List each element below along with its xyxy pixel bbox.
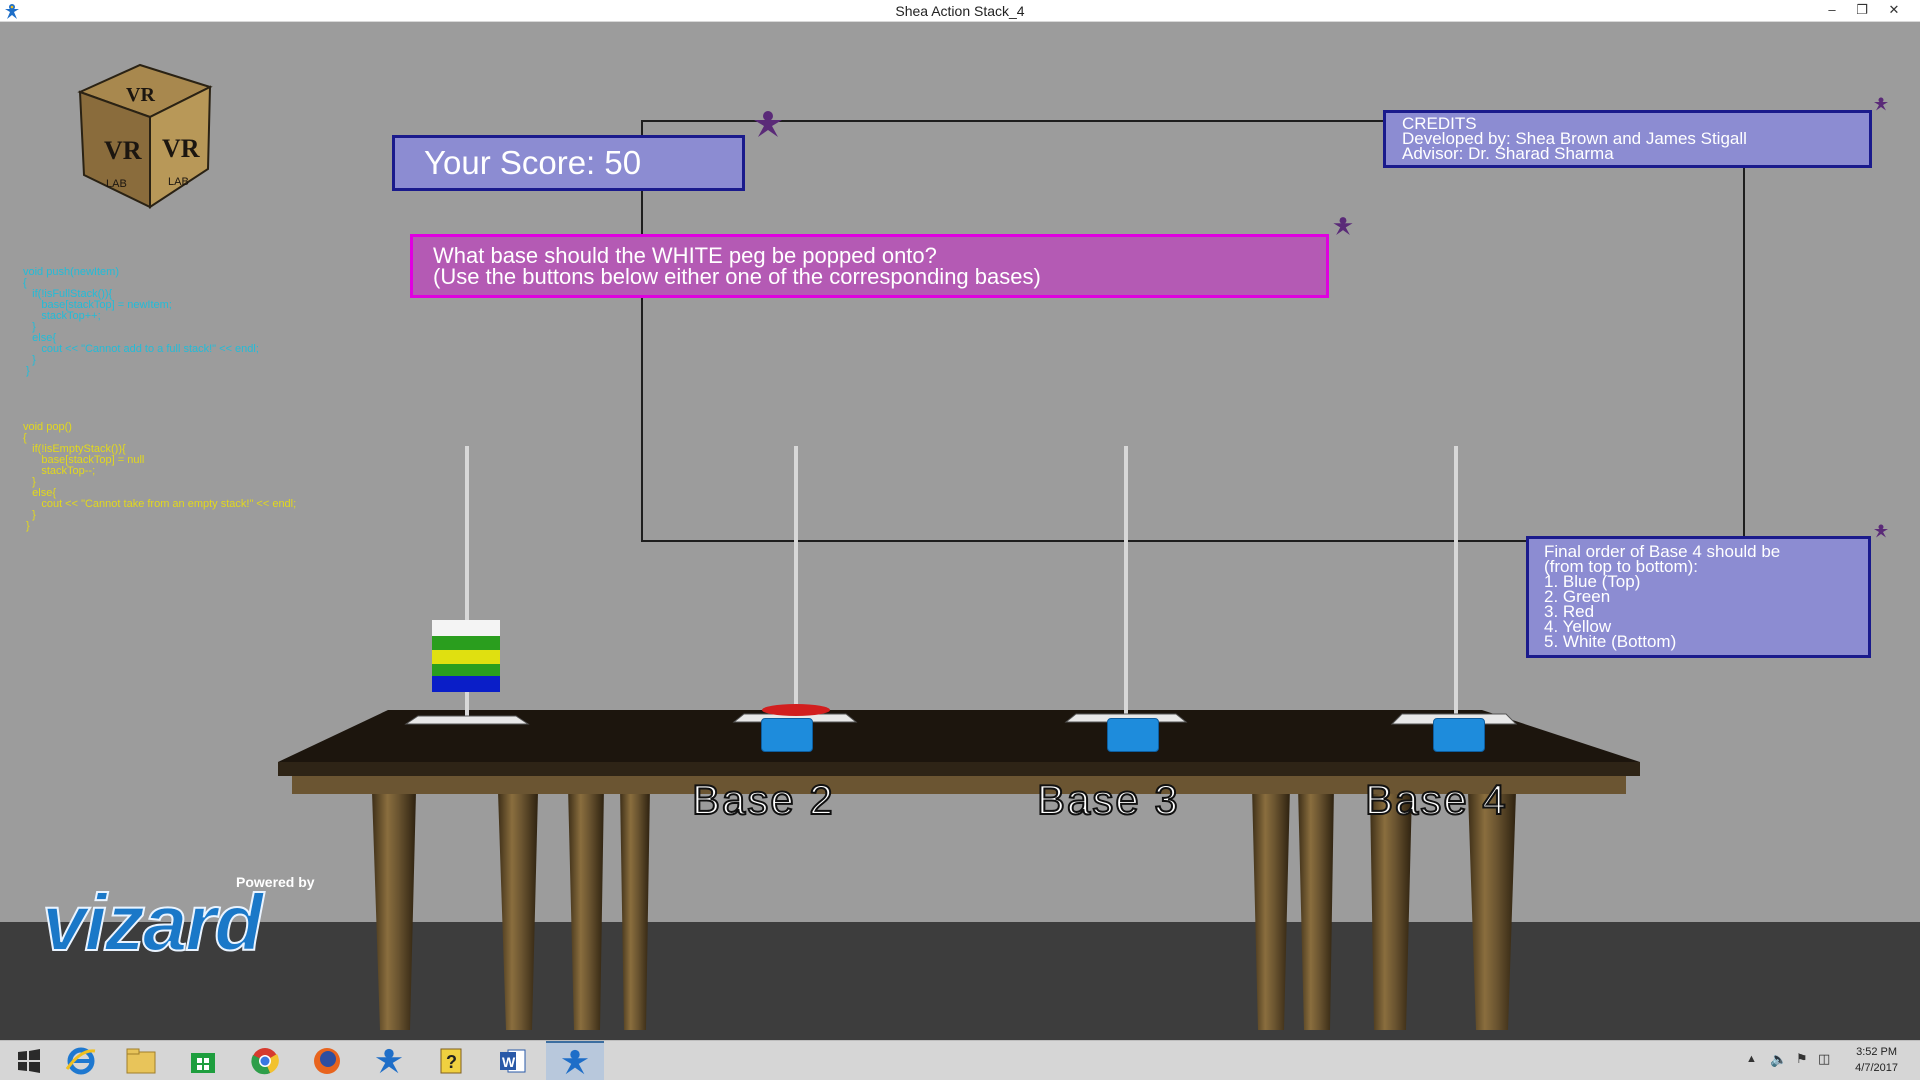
volume-icon[interactable]: 🔈 bbox=[1770, 1051, 1787, 1068]
window-title: Shea Action Stack_4 bbox=[895, 3, 1025, 19]
question-line-1: What base should the WHITE peg be popped… bbox=[433, 243, 937, 268]
file-explorer-button[interactable] bbox=[112, 1041, 170, 1080]
tray-chevron-icon[interactable]: ▲ bbox=[1746, 1053, 1757, 1065]
internet-explorer-button[interactable] bbox=[52, 1041, 110, 1080]
restore-button[interactable]: ❐ bbox=[1848, 0, 1876, 22]
base-4-label: Base 4 bbox=[1364, 775, 1508, 824]
svg-text:VR: VR bbox=[162, 134, 200, 163]
taskbar: ? W ▲ 🔈 ⚑ ◫ 3:52 PM 4/7/2017 bbox=[0, 1040, 1920, 1080]
vizard-wordmark: vizard bbox=[41, 878, 264, 967]
help-button[interactable]: ? bbox=[422, 1041, 480, 1080]
app-window: Shea Action Stack_4 – ❐ ✕ VR VR VR LAB L… bbox=[0, 0, 1920, 1080]
pop-code-listing: void pop() { if(!isEmptyStack()){ base[s… bbox=[23, 421, 297, 532]
network-icon[interactable]: ◫ bbox=[1818, 1051, 1830, 1067]
vizard-active-icon bbox=[561, 1049, 589, 1075]
folder-icon bbox=[126, 1048, 156, 1074]
peg-base-4 bbox=[1390, 446, 1518, 725]
clock-date: 4/7/2017 bbox=[1855, 1062, 1898, 1074]
base-4-button[interactable] bbox=[1433, 718, 1485, 752]
credits-advisor: Advisor: Dr. Sharad Sharma bbox=[1402, 144, 1614, 163]
word-button[interactable]: W bbox=[484, 1041, 542, 1080]
base-2-button[interactable] bbox=[761, 718, 813, 752]
score-text: Your Score: 50 bbox=[424, 144, 642, 181]
vizard-taskbar-button[interactable] bbox=[360, 1041, 418, 1080]
store-icon bbox=[191, 1053, 215, 1073]
push-code-listing: void push(newItem) { if(!isFullStack()){… bbox=[23, 266, 259, 377]
peg-base-3 bbox=[1064, 446, 1188, 723]
svg-text:W: W bbox=[502, 1054, 516, 1070]
avatar-marker-icon bbox=[754, 111, 782, 137]
internet-explorer-icon bbox=[65, 1047, 96, 1075]
scene-viewport[interactable]: VR VR VR LAB LAB void push(newItem) { if… bbox=[0, 22, 1920, 1040]
action-center-flag-icon[interactable]: ⚑ bbox=[1796, 1051, 1808, 1067]
credits-panel: CREDITS Developed by: Shea Brown and Jam… bbox=[1383, 110, 1872, 168]
avatar-marker-icon bbox=[1333, 217, 1353, 235]
svg-text:LAB: LAB bbox=[168, 176, 189, 188]
firefox-icon bbox=[314, 1048, 340, 1074]
store-button[interactable] bbox=[174, 1041, 232, 1080]
peg-base-1 bbox=[404, 446, 530, 725]
svg-text:LAB: LAB bbox=[106, 178, 127, 190]
vr-lab-logo: VR VR VR LAB LAB bbox=[77, 63, 213, 209]
avatar-marker-icon bbox=[1874, 97, 1888, 111]
svg-text:VR: VR bbox=[126, 84, 155, 106]
base-3-label: Base 3 bbox=[1036, 775, 1180, 824]
help-icon: ? bbox=[440, 1048, 462, 1074]
chrome-button[interactable] bbox=[236, 1041, 294, 1080]
svg-text:?: ? bbox=[446, 1052, 457, 1072]
vizard-active-button[interactable] bbox=[546, 1041, 604, 1080]
peg-base-2 bbox=[732, 446, 858, 723]
clock[interactable]: 3:52 PM 4/7/2017 bbox=[1855, 1044, 1898, 1076]
firefox-button[interactable] bbox=[298, 1041, 356, 1080]
base-2-label: Base 2 bbox=[691, 775, 835, 824]
avatar-marker-icon bbox=[1874, 524, 1888, 538]
word-icon: W bbox=[500, 1049, 526, 1073]
question-line-2: (Use the buttons below either one of the… bbox=[433, 264, 1041, 289]
base-3-button[interactable] bbox=[1107, 718, 1159, 752]
minimize-button[interactable]: – bbox=[1818, 0, 1846, 22]
chrome-icon bbox=[251, 1048, 279, 1075]
vizard-icon bbox=[375, 1048, 403, 1074]
table-legs bbox=[372, 787, 1516, 1030]
close-button[interactable]: ✕ bbox=[1880, 0, 1908, 22]
score-panel: Your Score: 50 bbox=[392, 135, 745, 191]
title-bar: Shea Action Stack_4 – ❐ ✕ bbox=[0, 0, 1920, 22]
clock-time: 3:52 PM bbox=[1856, 1046, 1898, 1058]
question-panel: What base should the WHITE peg be popped… bbox=[410, 234, 1329, 298]
windows-logo-icon bbox=[18, 1049, 40, 1073]
start-button[interactable] bbox=[0, 1041, 58, 1080]
vizard-logo: Powered by vizard bbox=[40, 874, 350, 984]
svg-text:VR: VR bbox=[104, 136, 142, 165]
